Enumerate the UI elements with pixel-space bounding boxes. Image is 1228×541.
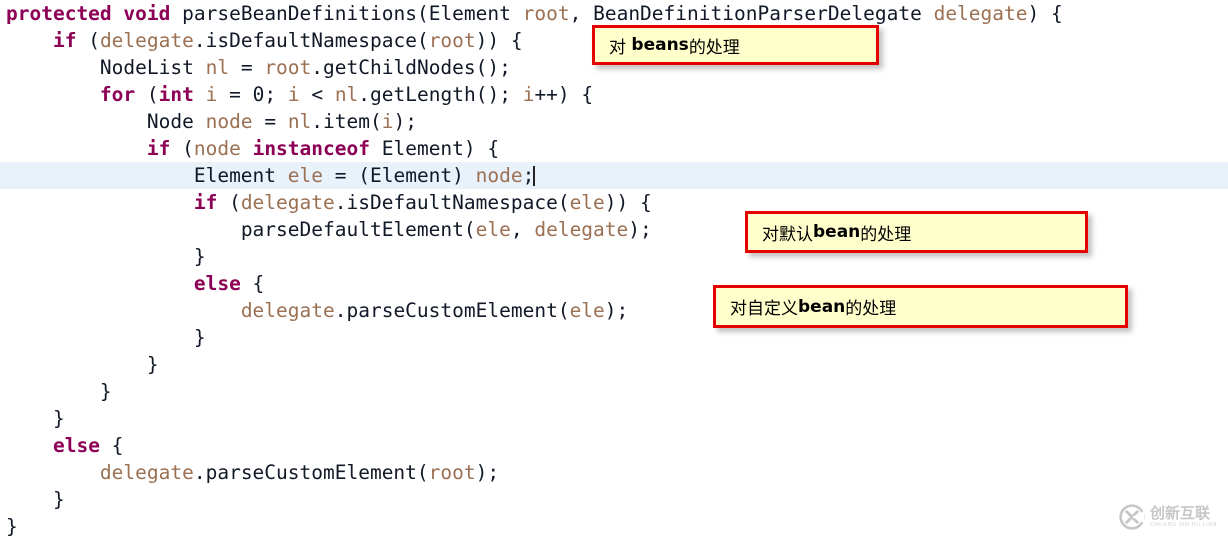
circle-x-logo-icon (1119, 504, 1145, 530)
code-line[interactable]: } (0, 324, 1228, 351)
code-line[interactable]: for (int i = 0; i < nl.getLength(); i++)… (0, 81, 1228, 108)
watermark: 创新互联 CHUANG XIN HU LIAN (1118, 500, 1222, 534)
annotation-text-emphasis: beans (631, 35, 689, 55)
annotation-text-prefix: 对自定义 (730, 299, 798, 319)
annotation-text-suffix: 的处理 (845, 299, 897, 319)
annotation-callout-beans: 对 beans 的处理 (592, 25, 879, 65)
annotation-text-emphasis: bean (813, 222, 861, 242)
code-editor[interactable]: protected void parseBeanDefinitions(Elem… (0, 0, 1228, 541)
annotation-text-suffix: 的处理 (860, 224, 912, 245)
code-line[interactable]: } (0, 378, 1228, 405)
annotation-text-emphasis: bean (798, 296, 846, 317)
code-line-list: protected void parseBeanDefinitions(Elem… (0, 0, 1228, 540)
code-line[interactable]: delegate.parseCustomElement(root); (0, 459, 1228, 486)
text-caret (533, 166, 536, 186)
annotation-text-prefix: 对默认 (762, 224, 813, 245)
code-line[interactable]: else { (0, 432, 1228, 459)
code-line[interactable]: if (node instanceof Element) { (0, 135, 1228, 162)
annotation-text-suffix: 的处理 (688, 37, 740, 58)
annotation-callout-custom-bean: 对自定义 bean 的处理 (713, 285, 1128, 328)
annotation-text-prefix: 对 (609, 37, 632, 58)
code-line[interactable]: } (0, 513, 1228, 540)
code-line[interactable]: } (0, 486, 1228, 513)
watermark-pinyin: CHUANG XIN HU LIAN (1150, 521, 1217, 528)
watermark-text: 创新互联 CHUANG XIN HU LIAN (1150, 503, 1217, 529)
code-line[interactable]: } (0, 351, 1228, 378)
code-line[interactable]: } (0, 405, 1228, 432)
watermark-chinese: 创新互联 (1150, 503, 1211, 522)
code-line[interactable]: Node node = nl.item(i); (0, 108, 1228, 135)
code-line[interactable]: protected void parseBeanDefinitions(Elem… (0, 0, 1228, 27)
code-line[interactable]: Element ele = (Element) node; (0, 162, 1228, 189)
annotation-callout-default-bean: 对默认 bean 的处理 (745, 211, 1088, 253)
